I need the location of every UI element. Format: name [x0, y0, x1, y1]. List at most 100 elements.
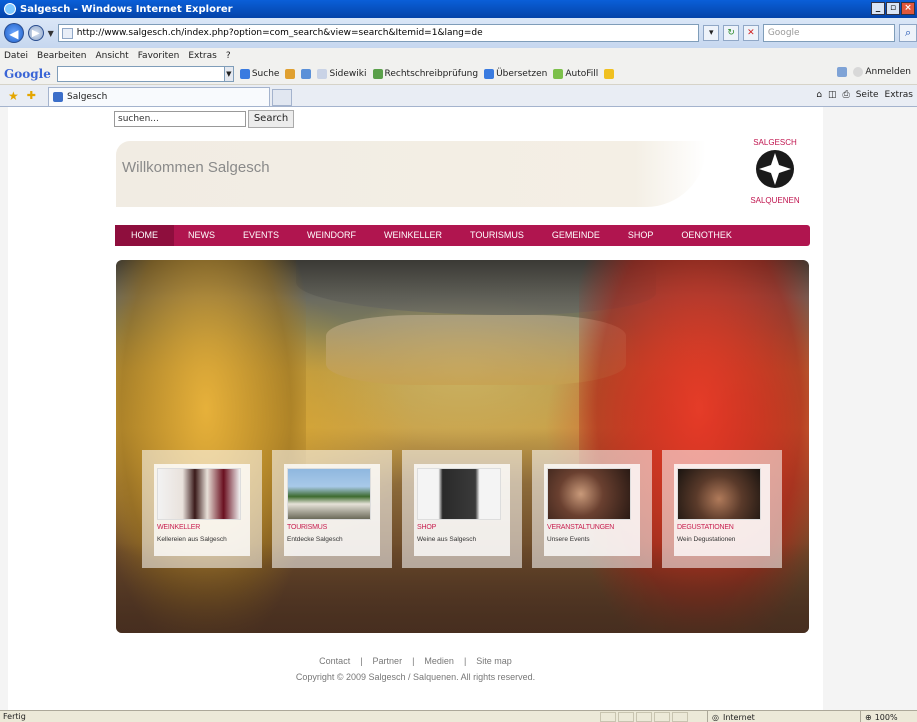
google-toolbar: Google ▼ Suche Sidewiki Rechtschreibprüf…	[0, 63, 917, 85]
sidewiki-label: Sidewiki	[329, 68, 367, 79]
status-text: Fertig	[3, 712, 26, 721]
zone-label: Internet	[722, 712, 755, 722]
google-share-button[interactable]	[301, 68, 312, 79]
add-favorites-icon[interactable]: ✚	[27, 89, 36, 102]
translate-button[interactable]: Übersetzen	[484, 68, 547, 79]
menu-favorites[interactable]: Favoriten	[138, 51, 180, 61]
tab-salgesch[interactable]: Salgesch	[47, 87, 270, 106]
url-input[interactable]: http://www.salgesch.ch/index.php?option=…	[57, 24, 700, 42]
footer-link-partner[interactable]: Partner	[373, 656, 403, 666]
nav-gemeinde[interactable]: GEMEINDE	[538, 225, 614, 246]
footer-separator: |	[412, 656, 415, 666]
zoom-control[interactable]: ⊕ 100%	[860, 711, 898, 722]
card-weinkeller[interactable]: WEINKELLER Kellereien aus Salgesch	[142, 450, 262, 568]
site-search-button[interactable]: Search	[248, 110, 294, 128]
nav-news[interactable]: NEWS	[174, 225, 229, 246]
google-search-input[interactable]	[56, 65, 225, 82]
browser-search-input[interactable]: Google	[762, 24, 896, 42]
refresh-icon[interactable]: ↻	[723, 25, 740, 41]
spellcheck-button[interactable]: Rechtschreibprüfung	[372, 68, 478, 79]
url-dropdown-button[interactable]: ▾	[703, 25, 720, 41]
nav-events[interactable]: EVENTS	[229, 225, 293, 246]
sidewiki-button[interactable]: Sidewiki	[317, 68, 367, 79]
menu-bar: Datei Bearbeiten Ansicht Favoriten Extra…	[0, 48, 917, 63]
command-bar: ⌂ ◫ ⎙ Seite Extras	[816, 90, 913, 100]
home-icon[interactable]: ⌂	[816, 90, 822, 100]
card-title: WEINKELLER	[157, 524, 201, 531]
card-veranstaltungen[interactable]: VERANSTALTUNGEN Unsere Events	[532, 450, 652, 568]
card-subtitle: Weine aus Salgesch	[417, 536, 477, 543]
nav-home[interactable]: HOME	[115, 225, 174, 246]
extras-menu[interactable]: Extras	[885, 90, 913, 100]
maximize-button[interactable]: ▫	[886, 2, 900, 15]
url-text: http://www.salgesch.ch/index.php?option=…	[76, 28, 483, 38]
card-tourismus[interactable]: TOURISMUS Entdecke Salgesch	[272, 450, 392, 568]
menu-view[interactable]: Ansicht	[95, 51, 128, 61]
window-controls: _ ▫ ×	[871, 2, 915, 15]
site-search-input[interactable]: suchen...	[114, 111, 246, 127]
menu-edit[interactable]: Bearbeiten	[37, 51, 86, 61]
card-title: VERANSTALTUNGEN	[547, 524, 615, 531]
minimize-button[interactable]: _	[871, 2, 885, 15]
footer-separator: |	[463, 656, 467, 666]
nav-tourismus[interactable]: TOURISMUS	[456, 225, 538, 246]
page-title: Willkommen Salgesch	[122, 159, 270, 176]
highlight-button[interactable]	[604, 68, 615, 79]
card-subtitle: Kellereien aus Salgesch	[157, 536, 227, 543]
history-dropdown-icon[interactable]: ▼	[48, 29, 54, 38]
tab-label: Salgesch	[66, 92, 108, 102]
nav-shop[interactable]: SHOP	[614, 225, 668, 246]
wrench-icon[interactable]	[837, 67, 848, 77]
search-icon[interactable]: ⌕	[899, 24, 917, 42]
card-degustationen[interactable]: DEGUSTATIONEN Wein Degustationen	[662, 450, 782, 568]
footer-link-contact[interactable]: Contact	[319, 656, 350, 666]
card-shop[interactable]: SHOP Weine aus Salgesch	[402, 450, 522, 568]
nav-oenothek[interactable]: OENOTHEK	[667, 225, 746, 246]
autofill-button[interactable]: AutoFill	[553, 68, 599, 79]
card-image-shirt	[417, 468, 501, 520]
favorites-star-icon[interactable]: ★	[8, 89, 19, 103]
main-navigation: HOME NEWS EVENTS WEINDORF WEINKELLER TOU…	[115, 225, 810, 246]
menu-file[interactable]: Datei	[4, 51, 28, 61]
footer-link-sitemap[interactable]: Site map	[476, 656, 512, 666]
forward-button[interactable]: ▶	[27, 25, 44, 41]
google-toolbar-right: Anmelden	[837, 67, 911, 77]
new-tab-button[interactable]	[271, 89, 292, 106]
globe-icon: ◎	[712, 712, 719, 722]
sidewiki-icon	[317, 68, 328, 79]
feeds-icon[interactable]: ◫	[828, 90, 837, 100]
menu-help[interactable]: ?	[226, 51, 231, 61]
page-menu[interactable]: Seite	[856, 90, 879, 100]
browser-viewport: suchen... Search Willkommen Salgesch SAL…	[0, 107, 917, 710]
print-icon[interactable]: ⎙	[843, 90, 850, 100]
logo-text-top: SALGESCH	[753, 138, 797, 147]
page-icon	[61, 27, 73, 39]
back-button[interactable]: ◀	[4, 23, 24, 43]
address-bar: ◀ ▶ ▼ http://www.salgesch.ch/index.php?o…	[0, 18, 917, 48]
copyright: Copyright © 2009 Salgesch / Salquenen. A…	[295, 672, 536, 682]
translate-icon	[484, 68, 495, 79]
close-button[interactable]: ×	[901, 2, 915, 15]
highlighter-icon	[604, 68, 615, 79]
zoom-level: 100%	[874, 712, 898, 722]
google-extra-button[interactable]	[285, 68, 296, 79]
security-zone[interactable]: ◎ Internet	[707, 711, 755, 722]
autofill-label: AutoFill	[565, 68, 599, 79]
window-title: Salgesch - Windows Internet Explorer	[20, 3, 233, 15]
google-search-dropdown[interactable]: ▼	[223, 65, 234, 82]
stop-icon[interactable]: ✕	[743, 25, 759, 41]
signin-button[interactable]: Anmelden	[853, 67, 911, 77]
menu-tools[interactable]: Extras	[188, 51, 216, 61]
google-search-button[interactable]: Suche	[239, 68, 279, 79]
nav-weindorf[interactable]: WEINDORF	[293, 225, 370, 246]
footer-link-medien[interactable]: Medien	[424, 656, 454, 666]
web-page: suchen... Search Willkommen Salgesch SAL…	[8, 107, 823, 710]
card-title: SHOP	[417, 524, 437, 531]
zoom-icon: ⊕	[865, 712, 872, 722]
salgesch-logo[interactable]: SALGESCH SALQUENEN	[740, 129, 810, 211]
card-subtitle: Entdecke Salgesch	[287, 536, 343, 543]
autofill-icon	[553, 68, 564, 79]
card-title: TOURISMUS	[287, 524, 328, 531]
nav-weinkeller[interactable]: WEINKELLER	[370, 225, 456, 246]
tabs-bar: ★ ✚ Salgesch ⌂ ◫ ⎙ Seite Extras	[0, 85, 917, 107]
